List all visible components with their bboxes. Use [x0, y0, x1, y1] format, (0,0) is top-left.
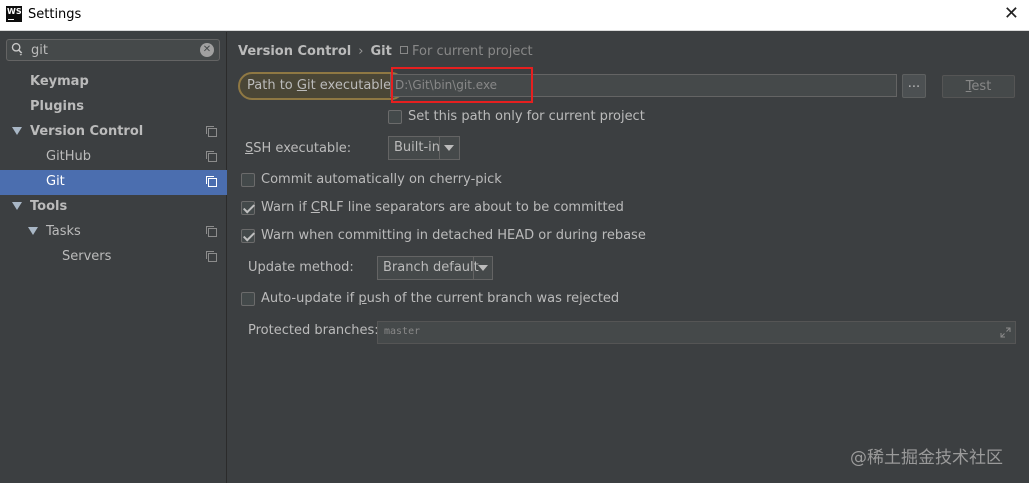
protected-branches-input[interactable]: master	[377, 321, 1016, 344]
expand-arrow-icon[interactable]	[28, 227, 38, 235]
selected-value: Built-in	[394, 140, 441, 155]
checkbox-label: Warn if CRLF line separators are about t…	[261, 200, 624, 215]
chevron-down-icon	[444, 145, 454, 151]
test-button[interactable]: Test	[942, 75, 1015, 98]
crlf-warning-checkbox[interactable]	[241, 201, 255, 215]
browse-button[interactable]: ...	[902, 74, 926, 98]
label-mnemonic: G	[296, 78, 307, 93]
path-to-git-label: Path to Git executable:	[238, 72, 405, 100]
checkbox-label: Set this path only for current project	[408, 109, 645, 124]
selected-value: Branch default	[383, 260, 479, 275]
expand-arrow-icon[interactable]	[12, 127, 22, 135]
annotation-highlight-box	[391, 67, 533, 103]
sidebar-item-plugins[interactable]: Plugins	[0, 95, 227, 120]
sidebar-item-label: Tools	[30, 199, 68, 214]
close-icon[interactable]: ✕	[1004, 3, 1019, 24]
label-part: Path to	[247, 78, 297, 93]
label-part: it executable:	[306, 78, 396, 93]
sidebar-item-label: Tasks	[46, 224, 81, 239]
protected-branches-label: Protected branches:	[248, 323, 379, 338]
project-settings-icon	[206, 126, 217, 137]
project-settings-icon	[400, 46, 408, 54]
sidebar-item-label: Git	[46, 174, 65, 189]
sidebar-item-servers[interactable]: Servers	[0, 245, 227, 270]
title-bar: WS Settings ✕	[0, 0, 1029, 31]
ssh-executable-label: SSH executable:	[245, 141, 351, 156]
breadcrumb-parent: Version Control	[238, 44, 352, 59]
project-settings-icon	[206, 251, 217, 262]
label-part: Auto-update if	[261, 291, 359, 306]
breadcrumb: Version Control › Git	[238, 44, 392, 59]
window-title: Settings	[28, 7, 82, 22]
update-method-select[interactable]: Branch default	[377, 256, 493, 280]
breadcrumb-separator: ›	[358, 44, 364, 59]
scope-label: For current project	[412, 44, 533, 59]
project-settings-icon	[206, 226, 217, 237]
sidebar-item-version-control[interactable]: Version Control	[0, 120, 227, 145]
project-settings-icon	[206, 176, 217, 187]
search-input[interactable]	[31, 41, 191, 59]
label-part: SH executable:	[253, 141, 352, 156]
label-mnemonic: C	[310, 200, 320, 215]
sidebar-item-tasks[interactable]: Tasks	[0, 220, 227, 245]
watermark: @稀土掘金技术社区	[850, 448, 1003, 468]
sidebar-item-tools[interactable]: Tools	[0, 195, 227, 220]
sidebar-item-git[interactable]: Git	[0, 170, 227, 195]
combo-divider	[439, 137, 440, 159]
label-part: Warn if	[261, 200, 311, 215]
label-part: est	[971, 79, 992, 94]
scope-note: For current project	[400, 44, 533, 59]
cherry-pick-checkbox[interactable]	[241, 173, 255, 187]
label-part: RLF line separators are about to be comm…	[319, 200, 624, 215]
sidebar-item-label: Plugins	[30, 99, 84, 114]
sidebar-item-label: Version Control	[30, 124, 144, 139]
sidebar-item-label: GitHub	[46, 149, 92, 164]
clear-search-icon[interactable]: ✕	[200, 43, 214, 57]
protected-branches-value: master	[384, 326, 421, 337]
update-method-label: Update method:	[248, 260, 354, 275]
label-mnemonic: p	[358, 291, 367, 306]
combo-divider	[473, 257, 474, 279]
sidebar-item-label: Servers	[62, 249, 112, 264]
expand-icon[interactable]	[1000, 327, 1011, 338]
search-icon[interactable]	[11, 42, 23, 56]
search-box[interactable]: ✕	[6, 39, 220, 61]
checkbox-label: Auto-update if push of the current branc…	[261, 291, 619, 306]
sidebar-item-keymap[interactable]: Keymap	[0, 70, 227, 95]
sidebar-item-github[interactable]: GitHub	[0, 145, 227, 170]
auto-update-checkbox[interactable]	[241, 292, 255, 306]
chevron-down-icon	[478, 265, 488, 271]
project-settings-icon	[206, 151, 217, 162]
sidebar-item-label: Keymap	[30, 74, 89, 89]
current-project-only-checkbox[interactable]	[388, 110, 402, 124]
label-part: ush of the current branch was rejected	[366, 291, 620, 306]
webstorm-logo-icon: WS	[6, 6, 22, 22]
breadcrumb-current: Git	[370, 44, 392, 59]
git-settings-panel: Version Control › Git For current project …	[228, 32, 1029, 483]
expand-arrow-icon[interactable]	[12, 202, 22, 210]
checkbox-label: Warn when committing in detached HEAD or…	[261, 228, 646, 243]
detached-head-warning-checkbox[interactable]	[241, 229, 255, 243]
ssh-executable-select[interactable]: Built-in	[388, 136, 460, 160]
settings-sidebar: ✕ Keymap Plugins Version Control GitHub …	[0, 32, 227, 483]
checkbox-label: Commit automatically on cherry-pick	[261, 172, 502, 187]
